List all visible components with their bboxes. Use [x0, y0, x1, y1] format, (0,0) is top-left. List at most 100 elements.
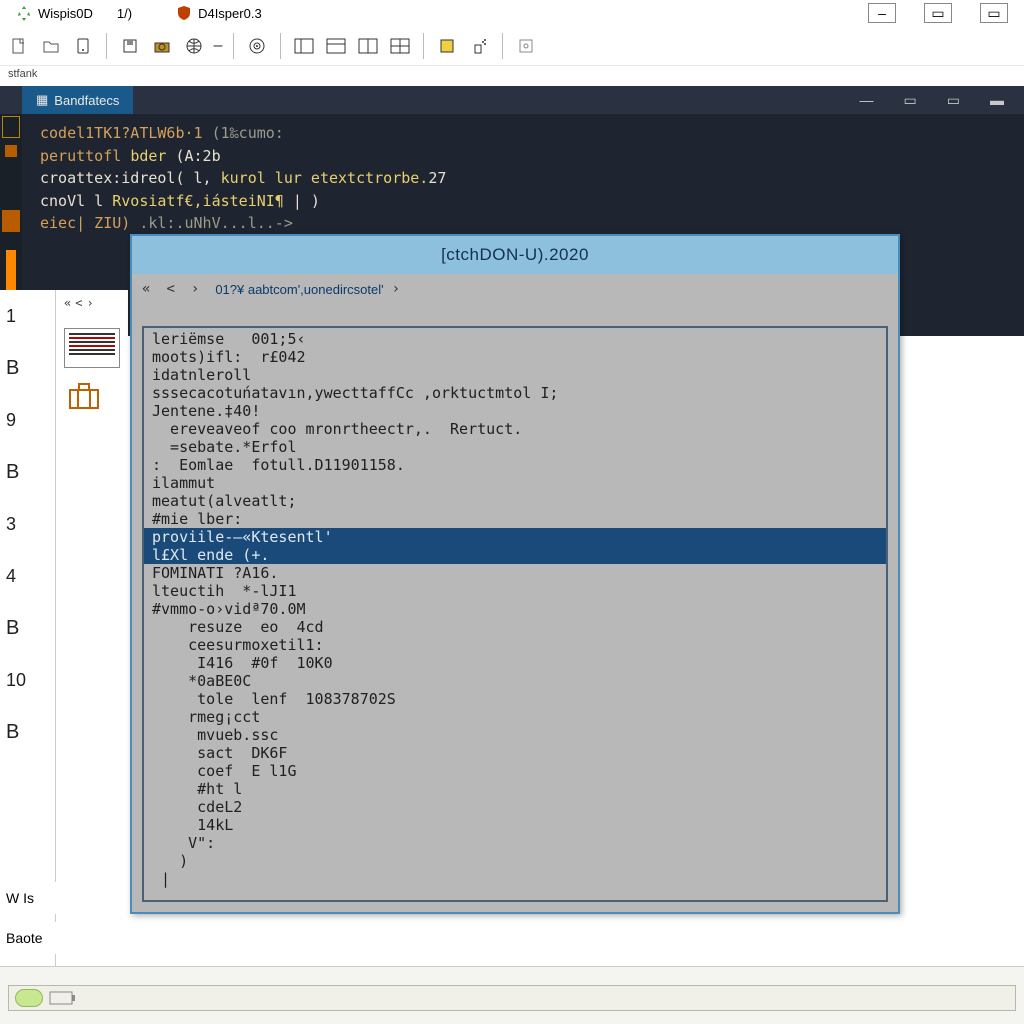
dialog-nav-end[interactable]: › [392, 281, 400, 297]
list-item[interactable]: 14kL [144, 816, 886, 834]
list-item[interactable]: tole lenf 108378702S [144, 690, 886, 708]
dialog-nav-prev[interactable]: < [166, 281, 174, 297]
ruler-cell: B [0, 342, 55, 394]
list-item[interactable]: coef E l1G [144, 762, 886, 780]
list-item[interactable]: | [144, 870, 886, 888]
list-item[interactable]: mvueb.ssc [144, 726, 886, 744]
list-item[interactable]: #vmmo‑o›vidª70.0M [144, 600, 886, 618]
list-item[interactable]: ceesurmoxetil1: [144, 636, 886, 654]
device-icon[interactable] [68, 31, 98, 61]
layout-2-icon[interactable] [321, 31, 351, 61]
list-item[interactable]: rmeg¡cct [144, 708, 886, 726]
app-tab-1[interactable]: Wispis0D 1/) [6, 3, 142, 23]
list-item[interactable]: #ht l [144, 780, 886, 798]
gutter-marker-2[interactable] [2, 140, 20, 162]
dash-icon: – [211, 31, 225, 61]
list-item[interactable]: I416 #0f 10K0 [144, 654, 886, 672]
list-item[interactable]: ) [144, 852, 886, 870]
list-item[interactable]: : Eomlae fotull.D11901158. [144, 456, 886, 474]
save-icon[interactable] [115, 31, 145, 61]
app-tab-1-count: 1/) [117, 6, 132, 21]
list-item[interactable]: #mie lber: [144, 510, 886, 528]
target-icon[interactable] [242, 31, 272, 61]
page-thumbnail[interactable] [64, 328, 120, 368]
list-item[interactable]: sssecacotuńatavın‚ywecttaffCc ,orktuctmt… [144, 384, 886, 402]
modal-dialog: [ctchDON-U).2020 « < › 01?¥ aabtcom',uon… [130, 234, 900, 914]
panel-minimize[interactable]: — [860, 92, 874, 109]
list-item[interactable]: meatut(alveatlt; [144, 492, 886, 510]
spray-icon[interactable] [464, 31, 494, 61]
toolbar-sep-5 [502, 33, 503, 59]
list-item[interactable]: V": [144, 834, 886, 852]
dialog-nav-next[interactable]: › [191, 281, 199, 297]
maximize-button[interactable]: ▭ [924, 3, 952, 23]
page-icon[interactable] [4, 31, 34, 61]
shield-icon [176, 5, 192, 21]
status-indicator-icon[interactable] [15, 989, 43, 1007]
layout-1-icon[interactable] [289, 31, 319, 61]
camera-icon[interactable] [147, 31, 177, 61]
left-ruler: 1B9B34B10B [0, 290, 56, 966]
list-item[interactable]: cdeL2 [144, 798, 886, 816]
main-toolbar: – [0, 26, 1024, 66]
list-item[interactable]: leriëmse 001;5‹ [144, 330, 886, 348]
folder-icon[interactable] [36, 31, 66, 61]
bottom-labels-2: Baote [0, 922, 56, 954]
panel-maximize[interactable]: ▭ [947, 92, 960, 109]
ruler-cell: 1 [0, 290, 55, 342]
bottom-label-a: W Is [0, 882, 56, 914]
dialog-breadcrumb[interactable]: 01?¥ aabtcom',uonedircsotel' [215, 282, 383, 297]
toolbar-strip-label: stfank [0, 66, 1024, 86]
list-item[interactable]: moots)ifl: r£042 [144, 348, 886, 366]
list-item[interactable]: =sebate.*Erfol [144, 438, 886, 456]
gutter-marker-3[interactable] [2, 210, 20, 232]
list-item[interactable]: resuze eo 4cd [144, 618, 886, 636]
dialog-list[interactable]: leriëmse 001;5‹moots)ifl: r£042idatnlero… [144, 328, 886, 890]
app-tab-2-label: D4Isper0.3 [198, 6, 262, 21]
thumbnail-strip: « < › [56, 290, 128, 966]
terminal-code[interactable]: codel1TK1?ATLW6b·1 (1‰cumo:peruttofl bde… [30, 114, 1024, 243]
dialog-body: leriëmse 001;5‹moots)ifl: r£042idatnlero… [142, 326, 888, 902]
list-item[interactable]: Jentene.‡40! [144, 402, 886, 420]
app-tab-2[interactable]: D4Isper0.3 [166, 3, 272, 23]
status-battery-icon [49, 989, 77, 1007]
layout-4-icon[interactable] [385, 31, 415, 61]
list-item[interactable]: FOMINATI ?A16. [144, 564, 886, 582]
list-item[interactable]: ilammut [144, 474, 886, 492]
list-item[interactable]: l£Xl ende (+. [144, 546, 886, 564]
nav-arrows[interactable]: « < › [56, 290, 128, 316]
status-bar-inner [8, 985, 1016, 1011]
gutter-marker-4[interactable] [6, 250, 16, 290]
settings-icon[interactable] [511, 31, 541, 61]
close-button[interactable]: ▭ [980, 3, 1008, 23]
panel-restore[interactable]: ▭ [904, 92, 917, 109]
dialog-titlebar[interactable]: [ctchDON-U).2020 [132, 236, 898, 274]
terminal-tab[interactable]: ▦ Bandfatecs [22, 86, 133, 114]
list-item[interactable]: proviile-—«Ktesentl' [144, 528, 886, 546]
ruler-cell: B [0, 446, 55, 498]
briefcase-icon[interactable] [66, 380, 102, 410]
list-item[interactable]: idatnleroll [144, 366, 886, 384]
dialog-nav-back[interactable]: « [142, 281, 150, 297]
layout-3-icon[interactable] [353, 31, 383, 61]
gutter-marker-1[interactable] [2, 116, 20, 138]
ruler-cell: 10 [0, 654, 55, 706]
ruler-cell: 9 [0, 394, 55, 446]
list-item[interactable]: *0aBE0C [144, 672, 886, 690]
bottom-labels: W Is [0, 882, 56, 914]
globe-icon[interactable] [179, 31, 209, 61]
highlight-icon[interactable] [432, 31, 462, 61]
panel-window-controls: — ▭ ▭ ▬ [860, 92, 1024, 109]
toolbar-sep-3 [280, 33, 281, 59]
minimize-button[interactable]: – [868, 3, 896, 23]
list-item[interactable]: lteuctih *‑lJI1 [144, 582, 886, 600]
dialog-title-text: [ctchDON-U).2020 [441, 245, 589, 265]
tab-file-icon: ▦ [36, 92, 48, 108]
status-bar [0, 966, 1024, 1024]
ruler-cell: B [0, 706, 55, 758]
terminal-tab-label: Bandfatecs [54, 93, 119, 108]
panel-close[interactable]: ▬ [990, 92, 1004, 109]
dialog-toolbar: « < › 01?¥ aabtcom',uonedircsotel' › [132, 274, 898, 304]
list-item[interactable]: ereveaveof coo mronrtheectr,. Rertuct. [144, 420, 886, 438]
list-item[interactable]: sact DK6F [144, 744, 886, 762]
